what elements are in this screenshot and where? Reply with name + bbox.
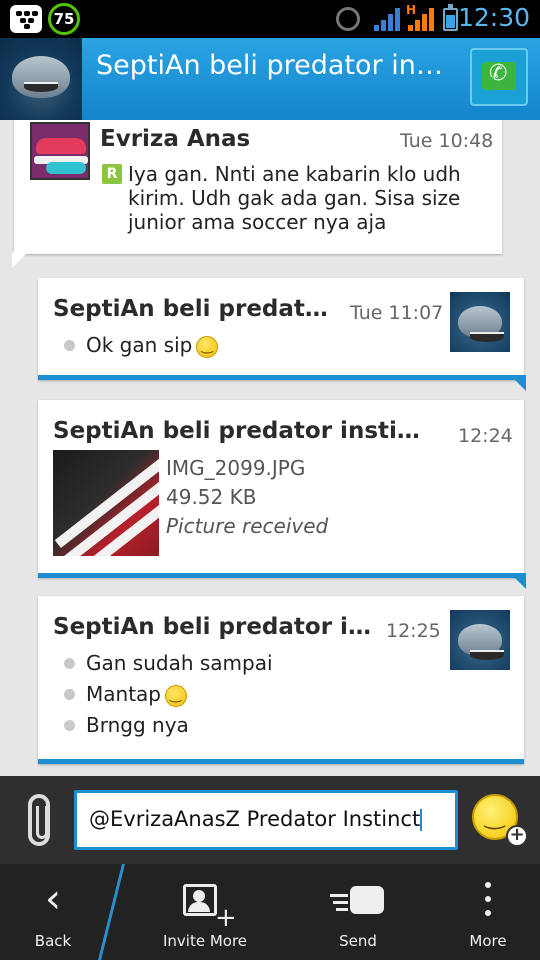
attach-paperclip-icon[interactable] (28, 794, 50, 846)
bullet-icon (64, 720, 75, 731)
back-button[interactable]: ‹ Back (0, 864, 106, 960)
bubble-tail (510, 375, 526, 391)
group-avatar[interactable] (0, 38, 82, 120)
message-time: 12:25 (386, 620, 441, 642)
add-plus-icon: + (506, 825, 528, 847)
sender-name: SeptiAn beli predator instinct (42) (53, 296, 333, 322)
file-status: Picture received (166, 514, 329, 538)
message-text-line: junior ama soccer nya aja (128, 210, 387, 234)
battery-percent-badge: 75 (48, 3, 80, 35)
back-chevron-icon: ‹ (45, 876, 61, 922)
sender-avatar (450, 610, 510, 670)
bbm-notification-icon (10, 5, 42, 33)
signal-icon (374, 7, 402, 31)
sender-name: SeptiAn beli predator instinct (42) (53, 614, 383, 640)
message-item: Gan sudah sampai (86, 651, 273, 675)
message-time: Tue 11:07 (350, 302, 444, 324)
battery-icon (443, 4, 458, 31)
sender-name: Evriza Anas (100, 126, 251, 152)
conversation-area[interactable]: Evriza Anas Tue 10:48 R Iya gan. Nnti an… (0, 120, 540, 776)
more-button[interactable]: More (440, 864, 536, 960)
bottom-toolbar: ‹ Back + Invite More Send More (0, 864, 540, 960)
message-item: Ok gan sip (86, 333, 219, 358)
bullet-icon (64, 689, 75, 700)
message-item: Mantap (86, 682, 187, 707)
message-input[interactable]: @EvrizaAnasZ Predator Instinct (74, 790, 458, 850)
bullet-icon (64, 340, 75, 351)
message-text-line: Iya gan. Nnti ane kabarin klo udh (128, 162, 461, 186)
alarm-icon (336, 7, 360, 31)
send-bbm-icon (330, 884, 386, 922)
send-button[interactable]: Send (296, 864, 420, 960)
picture-thumbnail[interactable] (53, 450, 159, 556)
add-contact-icon: + (179, 884, 237, 931)
status-bar: 75 H 12:30 (0, 0, 540, 38)
smiley-emoticon-icon (196, 335, 219, 358)
signal-icon-2 (408, 7, 436, 31)
sender-avatar (30, 122, 90, 180)
sender-avatar (450, 292, 510, 352)
message-outgoing-picture[interactable]: SeptiAn beli predator instinct (42) 12:2… (38, 400, 526, 589)
bubble-tail (510, 573, 526, 589)
composer-bar: @EvrizaAnasZ Predator Instinct + (0, 776, 540, 864)
message-outgoing[interactable]: SeptiAn beli predator instinct (42) Tue … (38, 278, 526, 391)
message-time: Tue 10:48 (400, 130, 494, 152)
invite-more-button[interactable]: + Invite More (140, 864, 270, 960)
message-incoming[interactable]: Evriza Anas Tue 10:48 R Iya gan. Nnti an… (12, 120, 502, 268)
chat-title[interactable]: SeptiAn beli predator instinct (42) (96, 50, 456, 81)
file-size: 49.52 KB (166, 485, 257, 509)
overflow-menu-icon (484, 880, 492, 920)
bullet-icon (64, 658, 75, 669)
sender-name: SeptiAn beli predator instinct (42) (53, 418, 433, 444)
voice-call-button[interactable] (470, 48, 528, 106)
chat-header: SeptiAn beli predator instinct (42) (0, 38, 540, 120)
status-clock: 12:30 (457, 3, 530, 32)
message-text-line: kirim. Udh gak ada gan. Sisa size (128, 186, 461, 210)
bubble-tail (12, 252, 28, 268)
message-outgoing[interactable]: SeptiAn beli predator instinct (42) 12:2… (38, 596, 524, 764)
reply-badge-icon: R (102, 164, 122, 184)
smiley-emoticon-icon (164, 684, 187, 707)
phone-icon (482, 61, 516, 90)
message-time: 12:24 (458, 425, 513, 447)
message-item: Brngg nya (86, 713, 189, 737)
file-name: IMG_2099.JPG (166, 456, 306, 480)
